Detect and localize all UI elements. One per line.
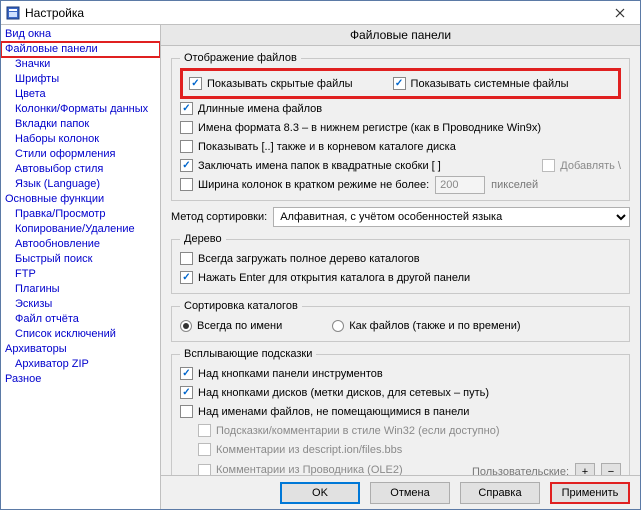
check-icon xyxy=(180,140,193,153)
check-icon xyxy=(180,102,193,115)
tree-item[interactable]: Цвета xyxy=(1,87,160,102)
button-add-user-tooltip[interactable]: + xyxy=(575,463,595,475)
checkbox-column-width-limit[interactable]: Ширина колонок в кратком режиме не более… xyxy=(180,178,429,191)
tree-item[interactable]: Копирование/Удаление xyxy=(1,222,160,237)
checkbox-enter-opens-other-panel[interactable]: Нажать Enter для открытия каталога в дру… xyxy=(180,271,470,284)
tree-item[interactable]: Наборы колонок xyxy=(1,132,160,147)
checkbox-tooltip-descript-ion[interactable]: Комментарии из descript.ion/files.bbs xyxy=(198,443,402,456)
checkbox-always-load-tree[interactable]: Всегда загружать полное дерево каталогов xyxy=(180,252,420,265)
tree-item[interactable]: Правка/Просмотр xyxy=(1,207,160,222)
app-icon xyxy=(5,5,21,21)
checkbox-tooltip-toolbar[interactable]: Над кнопками панели инструментов xyxy=(180,367,383,380)
apply-button[interactable]: Применить xyxy=(550,482,630,504)
check-icon xyxy=(198,443,211,456)
check-icon xyxy=(198,424,211,437)
check-icon xyxy=(198,464,211,476)
tree-item[interactable]: Автообновление xyxy=(1,237,160,252)
check-icon xyxy=(542,159,555,172)
tree-item[interactable]: Основные функции xyxy=(1,192,160,207)
checkbox-show-dotdot-root[interactable]: Показывать [..] также и в корневом катал… xyxy=(180,140,456,153)
check-icon xyxy=(180,405,193,418)
label-pixels: пикселей xyxy=(491,179,538,191)
tree-item[interactable]: Автовыбор стиля xyxy=(1,162,160,177)
tree-item[interactable]: Плагины xyxy=(1,282,160,297)
tree-item[interactable]: Колонки/Форматы данных xyxy=(1,102,160,117)
radio-dirsort-like-files[interactable]: Как файлов (также и по времени) xyxy=(332,320,520,332)
button-remove-user-tooltip[interactable]: − xyxy=(601,463,621,475)
radio-dot-icon xyxy=(332,320,344,332)
input-column-width[interactable] xyxy=(435,176,485,194)
settings-window: Настройка Вид окнаФайловые панелиЗначкиШ… xyxy=(0,0,641,510)
minus-icon: − xyxy=(608,466,614,475)
group-dir-sort-legend: Сортировка каталогов xyxy=(180,300,302,312)
tree-item[interactable]: Стили оформления xyxy=(1,147,160,162)
tree-item[interactable]: Шрифты xyxy=(1,72,160,87)
checkbox-append-backslash[interactable]: Добавлять \ xyxy=(542,159,621,172)
category-tree[interactable]: Вид окнаФайловые панелиЗначкиШрифтыЦвета… xyxy=(1,25,161,509)
checkbox-tooltip-ole2[interactable]: Комментарии из Проводника (OLE2) xyxy=(198,464,403,476)
cancel-button[interactable]: Отмена xyxy=(370,482,450,504)
select-sort-method[interactable]: Алфавитная, с учётом особенностей языка xyxy=(273,207,630,227)
checkbox-83-lowercase[interactable]: Имена формата 8.3 – в нижнем регистре (к… xyxy=(180,121,541,134)
tree-item[interactable]: Архиватор ZIP xyxy=(1,357,160,372)
check-icon xyxy=(180,121,193,134)
tree-item[interactable]: Вид окна xyxy=(1,27,160,42)
label-user-tooltips: Пользовательские: xyxy=(472,466,569,475)
tree-item[interactable]: FTP xyxy=(1,267,160,282)
checkbox-brackets-folders[interactable]: Заключать имена папок в квадратные скобк… xyxy=(180,159,441,172)
dialog-footer: OK Отмена Справка Применить xyxy=(161,475,640,509)
help-button[interactable]: Справка xyxy=(460,482,540,504)
group-tree: Дерево Всегда загружать полное дерево ка… xyxy=(171,233,630,294)
tree-item[interactable]: Язык (Language) xyxy=(1,177,160,192)
group-dir-sort: Сортировка каталогов Всегда по имени Как… xyxy=(171,300,630,342)
check-icon xyxy=(393,77,406,90)
checkbox-tooltip-drive-buttons[interactable]: Над кнопками дисков (метки дисков, для с… xyxy=(180,386,489,399)
checkbox-tooltip-truncated-names[interactable]: Над именами файлов, не помещающимися в п… xyxy=(180,405,469,418)
check-icon xyxy=(180,252,193,265)
window-title: Настройка xyxy=(25,6,600,20)
tree-item[interactable]: Файл отчёта xyxy=(1,312,160,327)
group-file-display-legend: Отображение файлов xyxy=(180,52,301,64)
check-icon xyxy=(180,386,193,399)
tree-item[interactable]: Файловые панели xyxy=(1,42,160,57)
radio-dot-icon xyxy=(180,320,192,332)
tree-item[interactable]: Разное xyxy=(1,372,160,387)
label-sort-method: Метод сортировки: xyxy=(171,211,267,223)
tree-item[interactable]: Архиваторы xyxy=(1,342,160,357)
content-pane: Файловые панели Отображение файлов Показ… xyxy=(161,25,640,509)
checkbox-show-system[interactable]: Показывать системные файлы xyxy=(393,77,569,90)
check-icon xyxy=(180,367,193,380)
check-icon xyxy=(180,178,193,191)
tree-item[interactable]: Быстрый поиск xyxy=(1,252,160,267)
tree-item[interactable]: Эскизы xyxy=(1,297,160,312)
tree-item[interactable]: Вкладки папок xyxy=(1,117,160,132)
titlebar: Настройка xyxy=(1,1,640,25)
group-tooltips-legend: Всплывающие подсказки xyxy=(180,348,316,360)
checkbox-long-names[interactable]: Длинные имена файлов xyxy=(180,102,322,115)
checkbox-tooltip-win32[interactable]: Подсказки/комментарии в стиле Win32 (есл… xyxy=(198,424,500,437)
ok-button[interactable]: OK xyxy=(280,482,360,504)
body: Вид окнаФайловые панелиЗначкиШрифтыЦвета… xyxy=(1,25,640,509)
radio-dirsort-by-name[interactable]: Всегда по имени xyxy=(180,320,282,332)
page-title: Файловые панели xyxy=(161,25,640,46)
check-icon xyxy=(180,271,193,284)
group-file-display: Отображение файлов Показывать скрытые фа… xyxy=(171,52,630,201)
group-tree-legend: Дерево xyxy=(180,233,226,245)
page-body: Отображение файлов Показывать скрытые фа… xyxy=(161,46,640,475)
check-icon xyxy=(189,77,202,90)
highlighted-hidden-system: Показывать скрытые файлы Показывать сист… xyxy=(180,68,621,99)
check-icon xyxy=(180,159,193,172)
tree-item[interactable]: Значки xyxy=(1,57,160,72)
group-tooltips: Всплывающие подсказки Над кнопками панел… xyxy=(171,348,630,475)
close-button[interactable] xyxy=(600,2,640,24)
plus-icon: + xyxy=(582,466,588,475)
checkbox-show-hidden[interactable]: Показывать скрытые файлы xyxy=(189,77,353,90)
tree-item[interactable]: Список исключений xyxy=(1,327,160,342)
